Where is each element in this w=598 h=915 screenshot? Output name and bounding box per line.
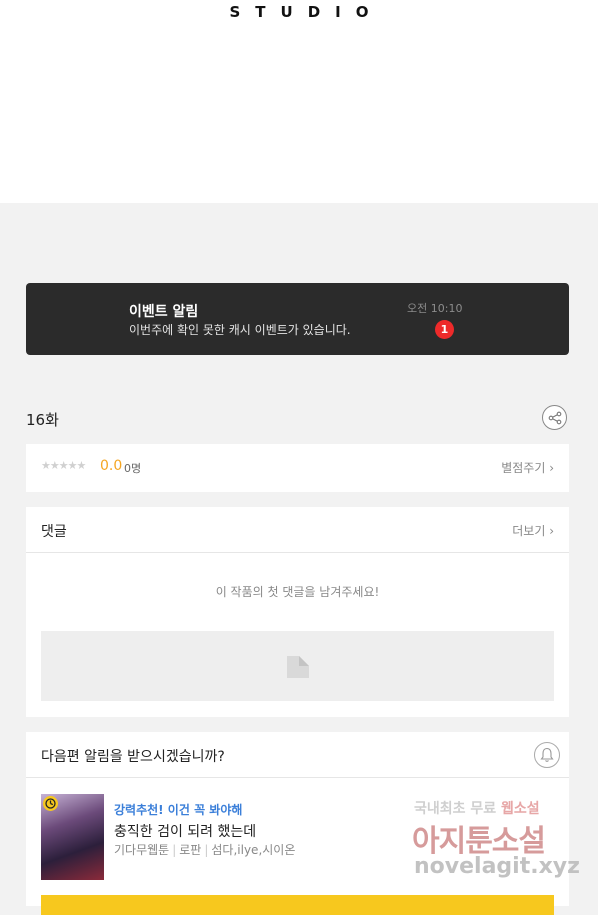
event-title: 이벤트 알림 — [129, 304, 199, 320]
recommendation-meta: 기다무웹툰 | 로판 | 섬다,ilye,시이온 — [114, 841, 295, 858]
notification-bell-button[interactable] — [534, 742, 560, 768]
recommendation-genre: 로판 — [179, 843, 202, 857]
recommendation-thumbnail[interactable] — [41, 794, 104, 880]
comment-input-area[interactable] — [41, 631, 554, 701]
recommendation-authors: 섬다,ilye,시이온 — [211, 843, 296, 857]
header-area: STUDIO — [0, 0, 598, 203]
event-banner[interactable]: 이벤트 알림 이번주에 확인 못한 캐시 이벤트가 있습니다. 오전 10:10… — [26, 283, 569, 355]
rating-stars: ★★★★★ — [41, 459, 86, 472]
comment-placeholder-icon — [287, 656, 309, 678]
bell-icon — [540, 747, 554, 762]
clock-icon — [45, 798, 56, 809]
comment-card: 댓글 더보기 › 이 작품의 첫 댓글을 남겨주세요! — [26, 507, 569, 717]
rate-button[interactable]: 별점주기 › — [501, 459, 554, 476]
rating-score: 0.0 — [100, 458, 123, 474]
comment-empty-message: 이 작품의 첫 댓글을 남겨주세요! — [215, 585, 380, 599]
event-time: 오전 10:10 — [407, 302, 463, 315]
share-icon — [548, 411, 562, 425]
recommendation-platform: 기다무웹툰 — [114, 843, 170, 857]
episode-title: 16화 — [26, 411, 59, 429]
notify-divider — [26, 777, 569, 778]
event-count-badge: 1 — [435, 320, 454, 339]
share-button[interactable] — [542, 405, 567, 430]
event-description: 이번주에 확인 못한 캐시 이벤트가 있습니다. — [129, 323, 351, 337]
recommendation-title[interactable]: 충직한 검이 되려 했는데 — [114, 821, 256, 841]
comment-divider — [26, 552, 569, 553]
notify-card: 다음편 알림을 받으시겠습니까? 강력추천! 이건 꼭 봐야해 충직한 검이 되… — [26, 732, 569, 915]
meta-separator: | — [172, 843, 177, 857]
studio-logo: STUDIO — [229, 3, 384, 21]
notify-subscribe-button[interactable] — [41, 895, 554, 915]
notify-question: 다음편 알림을 받으시겠습니까? — [41, 749, 225, 765]
comment-header: 댓글 — [41, 524, 67, 540]
meta-separator: | — [204, 843, 209, 857]
wait-free-badge — [43, 796, 58, 811]
rating-count: 0명 — [124, 462, 142, 475]
recommendation-headline: 강력추천! 이건 꼭 봐야해 — [114, 803, 243, 817]
rating-card: ★★★★★ 0.0 0명 별점주기 › — [26, 444, 569, 492]
comments-more-link[interactable]: 더보기 › — [512, 522, 554, 539]
